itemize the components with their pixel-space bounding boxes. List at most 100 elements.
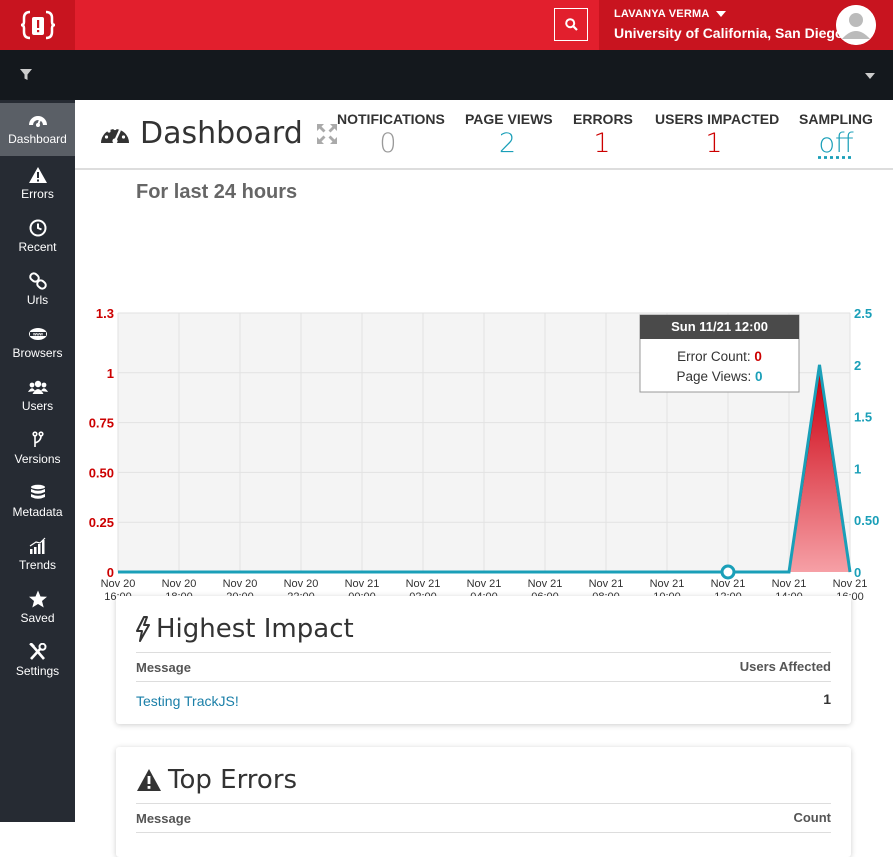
sidebar-item-label: Browsers [12,346,62,360]
users-icon [28,378,48,396]
tools-icon [28,643,48,661]
stat-label: USERS IMPACTED [655,111,773,127]
stat-value: 0 [337,128,439,159]
top-errors-title: Top Errors [136,765,297,795]
expand-icon[interactable] [315,122,339,146]
sampling-toggle[interactable]: off [797,128,875,159]
sidebar-item-label: Urls [27,293,48,307]
highest-impact-title: Highest Impact [136,614,354,644]
tooltip-title: Sun 11/21 12:00 [671,319,768,334]
tooltip-views-value: 0 [755,369,763,384]
sidebar-item-label: Settings [16,664,59,678]
sidebar-item-urls[interactable]: Urls [0,264,75,317]
sidebar-item-users[interactable]: Users [0,370,75,423]
left-axis-tick-label: 0.50 [89,465,114,480]
stat-notifications[interactable]: NOTIFICATIONS 0 [337,111,439,159]
sidebar-item-label: Errors [21,187,54,201]
sidebar-item-trends[interactable]: Trends [0,529,75,582]
sidebar-item-metadata[interactable]: Metadata [0,476,75,529]
sidebar-item-label: Trends [19,558,56,572]
sidebar-item-versions[interactable]: Versions [0,423,75,476]
warning-icon [28,166,48,184]
filter-icon[interactable] [20,69,32,81]
page-title: Dashboard [100,116,339,151]
sidebar: Dashboard Errors Recent Urls www Browser… [0,100,75,822]
top-errors-card: Top Errors Message Count [116,747,851,857]
right-axis-tick-label: 1.5 [854,410,872,425]
stat-label: PAGE VIEWS [465,111,550,127]
trend-bars-icon [28,537,48,555]
dashboard-gauge-icon [100,121,130,147]
dashboard-gauge-icon [28,111,48,129]
left-axis-tick-label: 0.75 [89,416,114,431]
column-users-affected[interactable]: Users Affected [740,659,831,674]
star-icon [28,590,48,608]
errors-pageviews-chart[interactable]: Nov 2016:00Nov 2018:00Nov 2020:00Nov 202… [75,200,893,610]
stat-label: ERRORS [573,111,631,127]
left-axis-tick-label: 0.25 [89,515,114,530]
sidebar-item-label: Saved [20,611,54,625]
search-button[interactable] [554,8,588,41]
chevron-down-icon[interactable] [865,73,875,79]
user-menu[interactable]: LAVANYA VERMA University of California, … [599,0,893,50]
left-axis-tick-label: 0 [107,565,114,580]
filter-bar [0,50,893,100]
right-axis-tick-label: 2 [854,358,861,373]
sidebar-item-saved[interactable]: Saved [0,582,75,635]
svg-text:Error Count: 0: Error Count: 0 [677,349,762,364]
svg-text:Page Views: 0: Page Views: 0 [676,369,762,384]
app-logo[interactable] [0,0,75,50]
stat-value: 1 [655,128,773,159]
svg-text:www: www [32,332,44,337]
sidebar-item-label: Versions [14,452,60,466]
highest-impact-card: Highest Impact Message Users Affected Te… [116,596,851,724]
user-avatar-icon[interactable] [836,5,876,45]
sidebar-item-dashboard[interactable]: Dashboard [0,103,75,156]
top-bar: LAVANYA VERMA University of California, … [0,0,893,50]
stat-sampling[interactable]: SAMPLING off [797,111,875,159]
column-message[interactable]: Message [136,660,191,675]
braces-alert-logo-icon [19,9,57,41]
sidebar-item-browsers[interactable]: www Browsers [0,317,75,370]
error-message-link[interactable]: Testing TrackJS! [136,693,239,709]
table-header: Message Users Affected [136,652,831,682]
clock-icon [28,219,48,237]
stat-label: NOTIFICATIONS [337,111,439,127]
dashboard-title: Dashboard [140,116,303,151]
table-row[interactable]: Testing TrackJS! 1 [136,683,831,715]
right-axis-tick-label: 1 [854,461,861,476]
database-icon [28,484,48,502]
sidebar-item-errors[interactable]: Errors [0,158,75,211]
sidebar-item-label: Metadata [12,505,62,519]
table-header: Message Count [136,803,831,833]
tooltip-error-value: 0 [754,349,762,364]
user-menu-caret-icon [716,11,726,17]
sidebar-item-label: Users [22,399,53,413]
left-axis-tick-label: 1 [107,366,114,381]
stat-value: 1 [573,128,631,159]
column-message[interactable]: Message [136,811,191,826]
stat-users-impacted[interactable]: USERS IMPACTED 1 [655,111,773,159]
stat-errors[interactable]: ERRORS 1 [573,111,631,159]
main-content: Dashboard NOTIFICATIONS 0 PAGE VIEWS 2 E… [75,100,893,822]
stat-value: 2 [465,128,550,159]
user-name[interactable]: LAVANYA VERMA [614,8,726,20]
dashboard-header: Dashboard NOTIFICATIONS 0 PAGE VIEWS 2 E… [75,100,893,170]
www-globe-icon: www [28,325,48,343]
warning-icon [136,768,162,792]
column-count[interactable]: Count [793,810,831,825]
users-affected-value: 1 [823,691,831,707]
sidebar-item-label: Recent [18,240,56,254]
left-axis-tick-label: 1.3 [96,306,114,321]
sidebar-item-settings[interactable]: Settings [0,635,75,688]
organization-name: University of California, San Diego [614,25,844,41]
hover-marker [722,566,734,578]
sidebar-item-recent[interactable]: Recent [0,211,75,264]
branch-icon [28,431,48,449]
chart-tooltip: Sun 11/21 12:00 Error Count: 0 Page View… [640,315,799,392]
lightning-bolt-icon [136,616,150,642]
stat-page-views[interactable]: PAGE VIEWS 2 [465,111,550,159]
link-icon [28,272,48,290]
tooltip-error-label: Error Count: [677,349,751,364]
sidebar-item-label: Dashboard [8,132,67,146]
